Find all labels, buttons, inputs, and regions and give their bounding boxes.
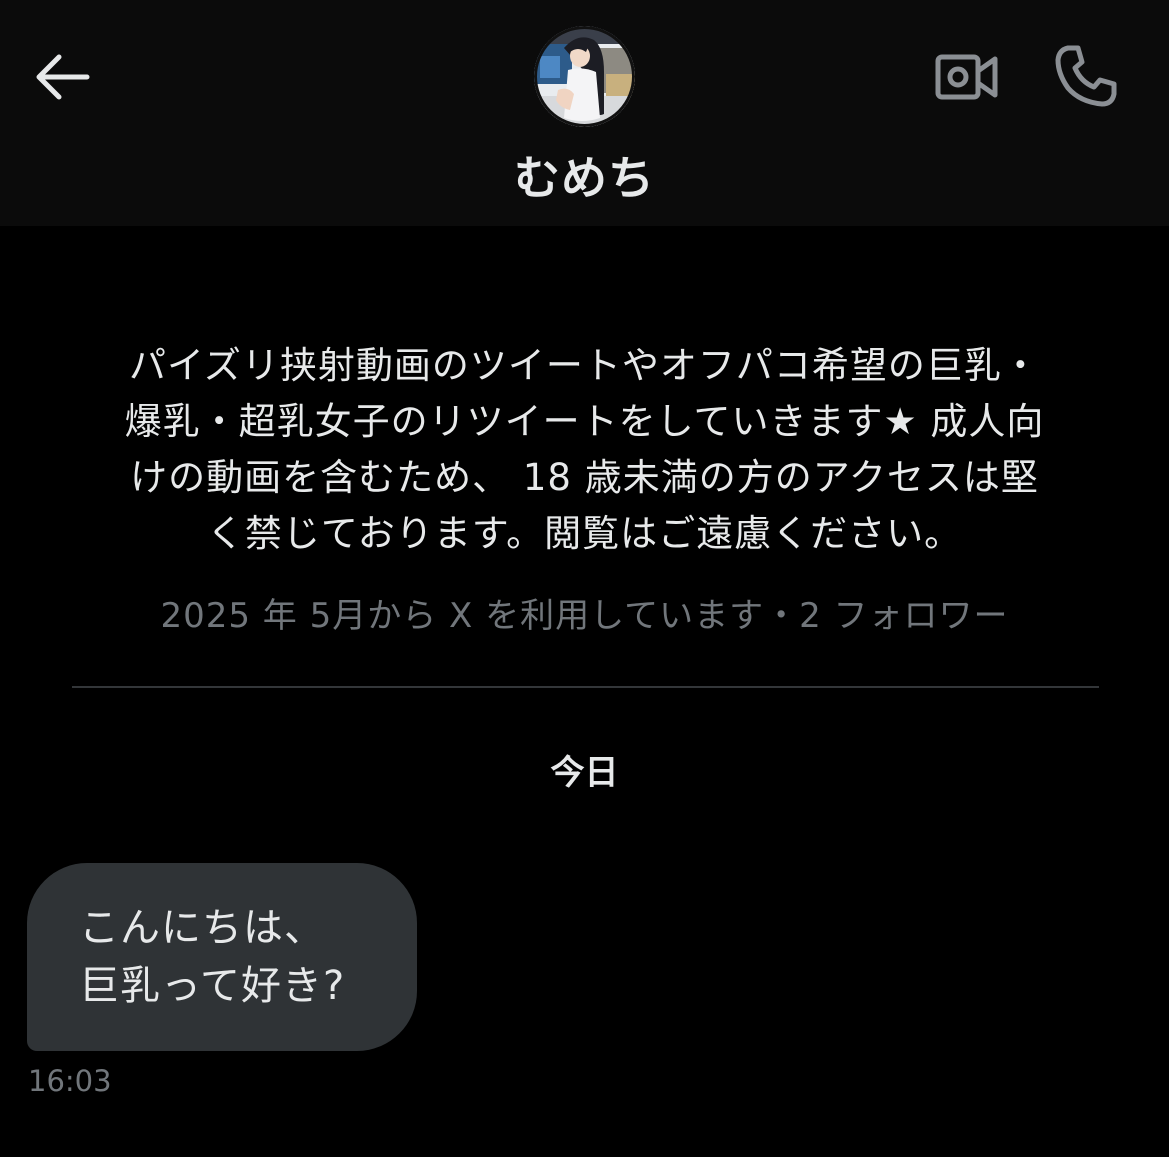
profile-meta: 2025 年 5月から X を利用しています・2 フォロワー [160,596,1009,636]
avatar[interactable] [534,26,635,127]
bio-line: けの動画を含むため、 18 歳未満の方のアクセスは堅 [130,456,1039,499]
message-text-line: こんにちは、 [79,905,325,951]
bio-line: 爆乳・超乳女子のリツイートをしていきます★ 成人向 [124,400,1045,443]
voice-call-button[interactable] [1048,38,1124,114]
back-button[interactable] [26,45,96,109]
message-text-line: 巨乳って好き? [79,963,346,1009]
bio-line: パイズリ挟射動画のツイートやオフパコ希望の巨乳・ [129,344,1040,387]
conversation-header: むめち [0,0,1169,226]
video-call-button[interactable] [926,42,1008,112]
message-bubble[interactable]: こんにちは、 巨乳って好き? [27,863,417,1051]
phone-icon [1055,45,1117,107]
message-timestamp: 16:03 [28,1064,112,1098]
video-camera-icon [935,54,998,100]
date-separator: 今日 [550,753,619,793]
avatar-image [534,26,635,127]
divider [72,686,1099,688]
bio-line: く禁じております。閲覧はご遠慮ください。 [206,512,963,555]
profile-bio: パイズリ挟射動画のツイートやオフパコ希望の巨乳・ 爆乳・超乳女子のリツイートをし… [60,338,1109,562]
display-name: むめち [514,151,655,205]
arrow-left-icon [36,54,90,100]
